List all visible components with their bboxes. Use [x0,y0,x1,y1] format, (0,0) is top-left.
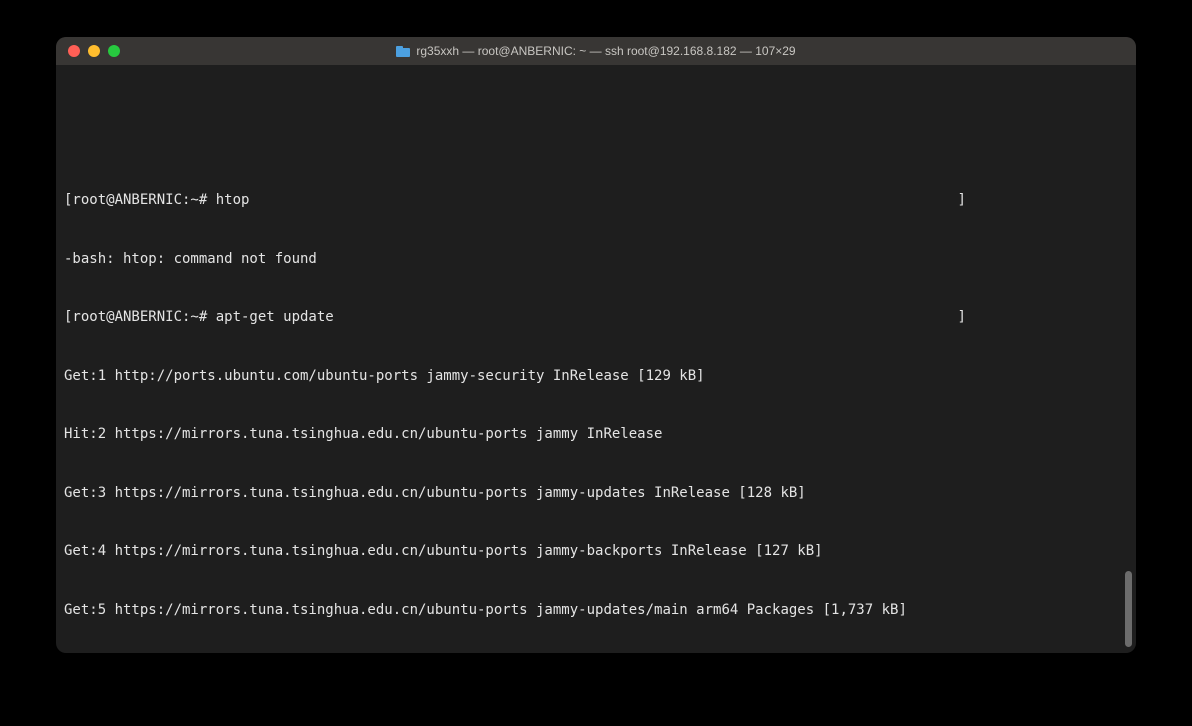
folder-icon [396,46,410,57]
terminal-line: [root@ANBERNIC:~# apt-get update ] [64,308,1128,328]
terminal-line: Get:5 https://mirrors.tuna.tsinghua.edu.… [64,601,1128,621]
zoom-icon[interactable] [108,45,120,57]
terminal-line: Get:3 https://mirrors.tuna.tsinghua.edu.… [64,484,1128,504]
window-title-text: rg35xxh — root@ANBERNIC: ~ — ssh root@19… [416,44,795,58]
terminal-line: -bash: htop: command not found [64,250,1128,270]
terminal-line: Hit:2 https://mirrors.tuna.tsinghua.edu.… [64,425,1128,445]
minimize-icon[interactable] [88,45,100,57]
terminal-line: [root@ANBERNIC:~# htop ] [64,191,1128,211]
traffic-lights [68,45,120,57]
window-title: rg35xxh — root@ANBERNIC: ~ — ssh root@19… [56,44,1136,58]
titlebar[interactable]: rg35xxh — root@ANBERNIC: ~ — ssh root@19… [56,37,1136,65]
terminal-window: rg35xxh — root@ANBERNIC: ~ — ssh root@19… [56,37,1136,653]
close-icon[interactable] [68,45,80,57]
terminal-line: Get:4 https://mirrors.tuna.tsinghua.edu.… [64,542,1128,562]
scrollbar-thumb[interactable] [1125,571,1132,647]
scrollbar[interactable] [1120,65,1134,653]
terminal-content[interactable]: [root@ANBERNIC:~# htop ] -bash: htop: co… [56,65,1136,653]
terminal-line: Get:1 http://ports.ubuntu.com/ubuntu-por… [64,367,1128,387]
